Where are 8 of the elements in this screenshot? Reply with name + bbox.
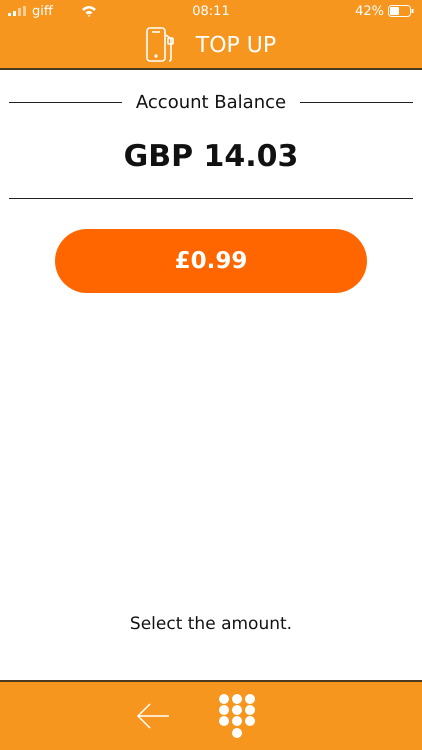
status-time: 08:11 [192,4,230,18]
balance-value: GBP 14.03 [124,139,298,174]
amount-button[interactable]: £0.99 [55,229,367,293]
instruction-text: Select the amount. [130,614,292,634]
balance-label: Account Balance [136,92,286,113]
battery-percent: 42% [355,4,384,18]
page-title: TOP UP [196,32,276,58]
carrier-name: giff [32,4,53,18]
